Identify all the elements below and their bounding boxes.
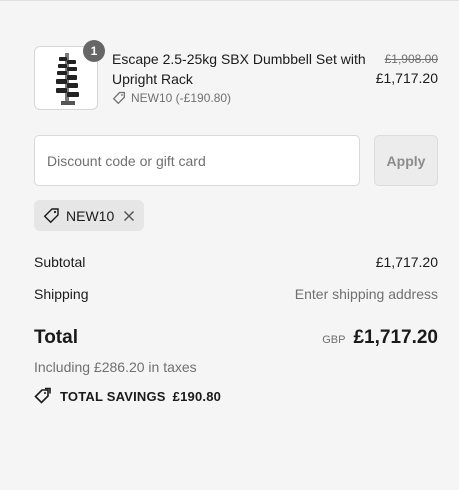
product-thumbnail: 1	[34, 40, 105, 110]
line-item: 1 Escape 2.5-25kg SBX Dumbbell Set with …	[34, 40, 438, 112]
apply-button[interactable]: Apply	[374, 135, 438, 186]
remove-discount-icon[interactable]	[123, 210, 135, 222]
total-row: Total GBP £1,717.20	[34, 327, 438, 353]
subtotal-label: Subtotal	[34, 254, 86, 270]
line-discount-label: NEW10 (-£190.80)	[131, 91, 232, 105]
savings-value: £190.80	[172, 388, 222, 404]
discounted-price: £1,717.20	[375, 70, 438, 86]
dumbbell-rack-image	[56, 53, 79, 105]
tag-icon	[112, 91, 125, 105]
subtotal-value: £1,717.20	[375, 254, 438, 270]
original-price: £1,908.00	[384, 52, 438, 66]
quantity-badge: 1	[83, 40, 105, 62]
applied-code-label: NEW10	[66, 207, 115, 224]
applied-discount-tag: NEW10	[34, 200, 144, 231]
taxes-note: Including £286.20 in taxes	[34, 359, 197, 375]
product-name: Escape 2.5-25kg SBX Dumbbell Set with Up…	[112, 51, 366, 87]
shipping-value: Enter shipping address	[294, 286, 438, 302]
shipping-row: Shipping Enter shipping address	[34, 286, 438, 302]
subtotal-row: Subtotal £1,717.20	[34, 254, 438, 270]
discount-code-input[interactable]	[34, 135, 360, 186]
shipping-label: Shipping	[34, 286, 89, 302]
total-label: Total	[34, 327, 78, 348]
savings-tag-icon	[34, 387, 52, 405]
savings-label: TOTAL SAVINGS	[60, 388, 166, 404]
total-savings: TOTAL SAVINGS £190.80	[34, 387, 221, 405]
line-discount: NEW10 (-£190.80)	[112, 91, 231, 105]
total-amount: £1,717.20	[353, 327, 438, 348]
tag-icon	[43, 207, 60, 224]
currency-code: GBP	[322, 334, 346, 346]
